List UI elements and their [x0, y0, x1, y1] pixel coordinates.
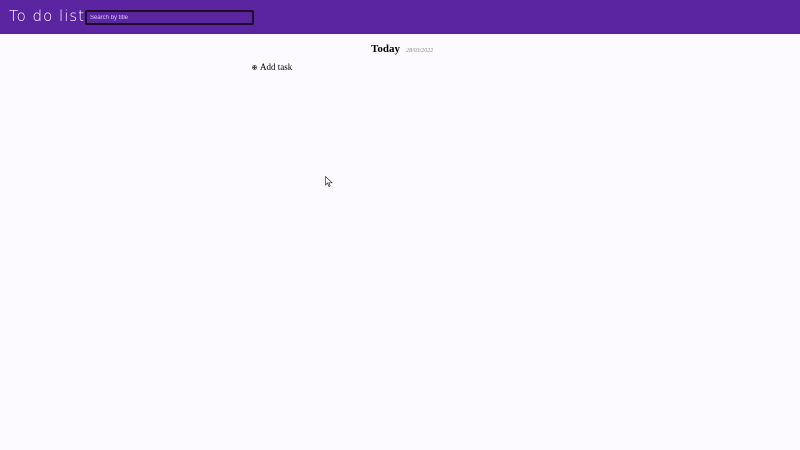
search-input[interactable]: [85, 10, 254, 25]
section-title: Today: [371, 43, 400, 55]
app-title: To do list: [9, 7, 86, 25]
app-header: To do list: [0, 0, 800, 34]
todo-app: To do list Today 28/03/2022 Add task: [0, 0, 800, 450]
today-section-header: Today 28/03/2022: [371, 41, 433, 58]
add-task-button[interactable]: Add task: [252, 61, 292, 73]
mouse-cursor-icon: [325, 176, 333, 187]
section-date: 28/03/2022: [405, 48, 434, 54]
plus-circle-icon: [252, 64, 257, 70]
add-task-label: Add task: [260, 62, 293, 72]
